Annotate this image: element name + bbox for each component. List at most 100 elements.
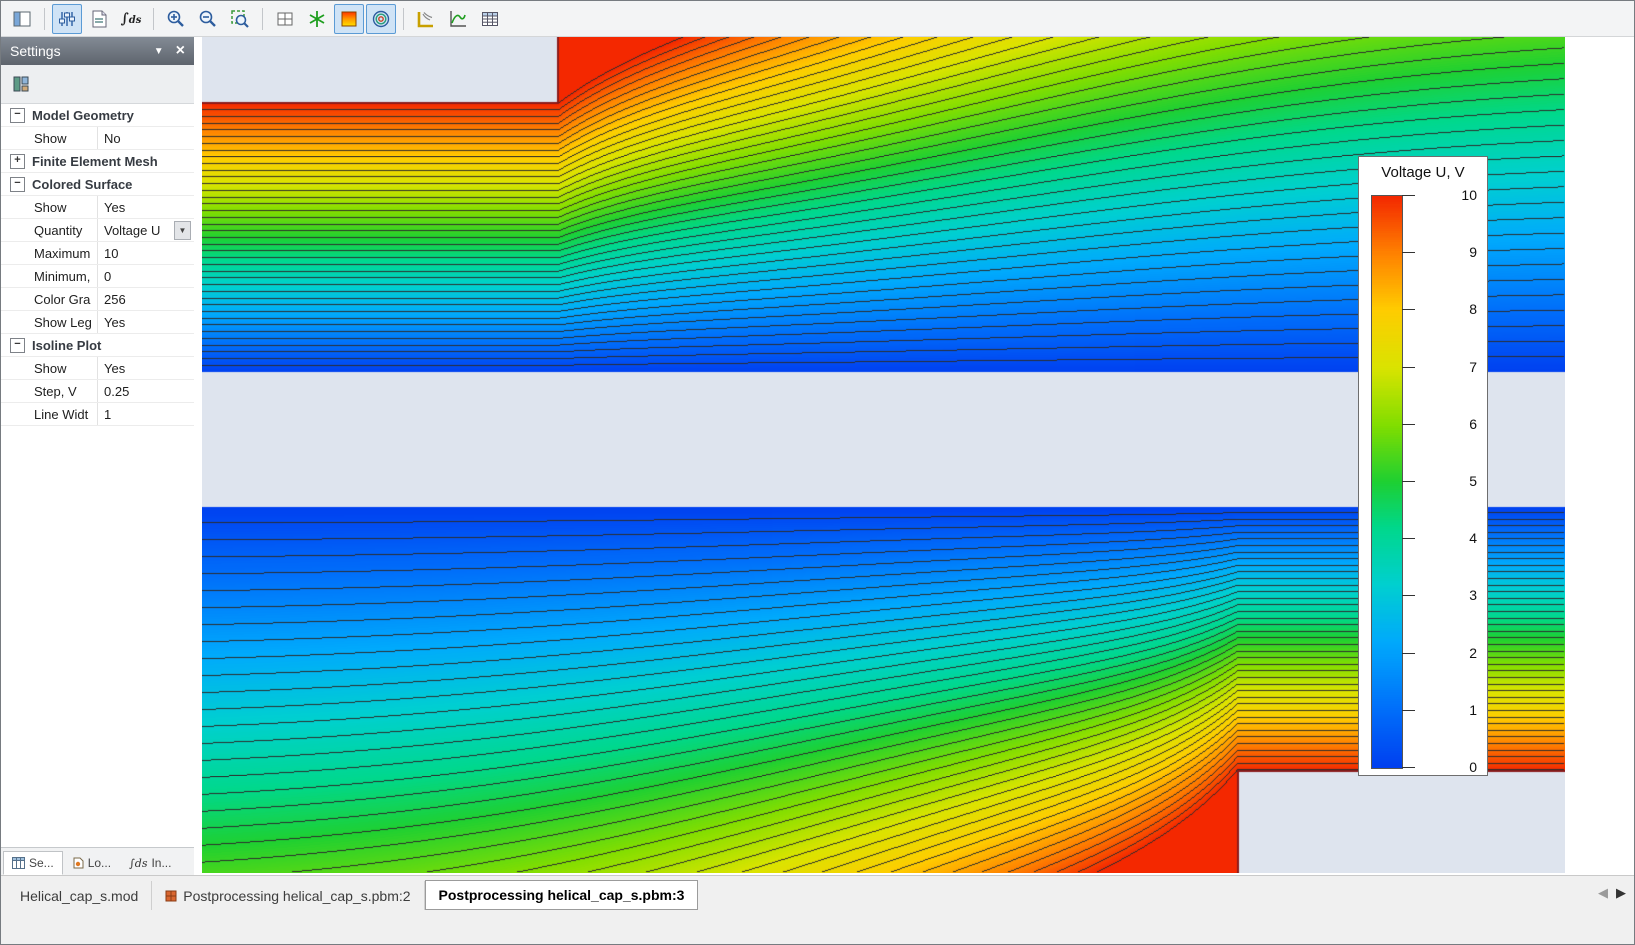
property-row[interactable]: Show LegYes <box>1 311 194 334</box>
colored-surface-button[interactable] <box>334 4 364 34</box>
integral-calculator-button[interactable]: ∫ds <box>116 4 146 34</box>
property-label: Maximum <box>1 242 98 264</box>
property-value[interactable]: No <box>98 127 194 149</box>
property-row[interactable]: Line Widt 1 <box>1 403 194 426</box>
legend-tick-mark <box>1402 424 1415 425</box>
document-tabbar: Helical_cap_s.mod Postprocessing helical_… <box>1 875 1634 944</box>
zoom-out-button[interactable] <box>193 4 223 34</box>
xy-plot-button[interactable] <box>443 4 473 34</box>
property-value-text: 10 <box>104 246 118 261</box>
categorized-view-icon[interactable] <box>11 74 31 94</box>
property-row[interactable]: Color Gra 256 <box>1 288 194 311</box>
settings-tab-icon <box>12 857 25 869</box>
legend-tick-label: 6 <box>1443 416 1477 432</box>
property-label: Step, V <box>1 380 98 402</box>
property-value[interactable]: Yes <box>98 311 194 333</box>
legend-tick-label: 5 <box>1443 473 1477 489</box>
postprocessing-settings-button[interactable] <box>52 4 82 34</box>
mesh-button[interactable] <box>302 4 332 34</box>
property-value-text: Voltage U <box>104 223 160 238</box>
panel-close-icon[interactable]: × <box>176 43 185 59</box>
xy-plot-icon <box>448 9 468 29</box>
panel-tab-label: In... <box>151 856 171 870</box>
property-value[interactable]: Yes <box>98 357 194 379</box>
legend-tick-label: 3 <box>1443 587 1477 603</box>
property-value[interactable]: 1 <box>98 403 194 425</box>
property-value[interactable]: Yes <box>98 196 194 218</box>
property-row[interactable]: QuantityVoltage U▼ <box>1 219 194 242</box>
property-value-text: 1 <box>104 407 111 422</box>
picture-settings-button[interactable] <box>84 4 114 34</box>
category-row[interactable]: −Isoline Plot <box>1 334 194 357</box>
category-row[interactable]: + Finite Element Mesh <box>1 150 194 173</box>
window-panes-button[interactable] <box>270 4 300 34</box>
settings-panel-toolbar <box>1 65 194 104</box>
collapse-minus-icon[interactable]: − <box>10 338 25 353</box>
property-row[interactable]: Step, V0.25 <box>1 380 194 403</box>
panel-tab-se[interactable]: Se... <box>3 851 63 875</box>
property-value[interactable]: 256 <box>98 288 194 310</box>
category-label: Model Geometry <box>32 108 134 123</box>
category-row[interactable]: −Model Geometry <box>1 104 194 127</box>
plot-area: Voltage U, V 109876543210 <box>201 37 1634 875</box>
legend-colorbar <box>1371 195 1403 769</box>
tab-scroll-left-icon[interactable]: ◀ <box>1598 886 1608 899</box>
legend-tick-mark <box>1402 653 1415 654</box>
category-row[interactable]: −Colored Surface <box>1 173 194 196</box>
zoom-extents-icon <box>230 9 250 29</box>
zoom-in-icon <box>166 9 186 29</box>
zoom-in-button[interactable] <box>161 4 191 34</box>
property-row[interactable]: ShowNo <box>1 127 194 150</box>
property-value-text: 256 <box>104 292 126 307</box>
zoom-extents-button[interactable] <box>225 4 255 34</box>
dropdown-button[interactable]: ▼ <box>174 221 191 240</box>
property-value[interactable]: 0 <box>98 265 194 287</box>
document-tab-label: Postprocessing helical_cap_s.pbm:2 <box>183 888 410 904</box>
property-row[interactable]: ShowYes <box>1 357 194 380</box>
document-tab-label: Postprocessing helical_cap_s.pbm:3 <box>439 887 685 903</box>
toolbar-separator <box>153 8 154 30</box>
document-tab-1[interactable]: Helical_cap_s.mod <box>7 881 152 910</box>
property-value-text: 0 <box>104 269 111 284</box>
expand-plus-icon[interactable]: + <box>10 154 25 169</box>
field-lines-button[interactable] <box>411 4 441 34</box>
settings-panel: Settings ▼ × −Model GeometryShowNo+Finit… <box>1 37 201 875</box>
panel-menu-caret-icon[interactable]: ▼ <box>154 46 164 57</box>
properties-window-button[interactable] <box>7 4 37 34</box>
category-label: Finite Element Mesh <box>32 154 158 169</box>
toolbar-separator <box>403 8 404 30</box>
property-row[interactable]: ShowYes <box>1 196 194 219</box>
property-value[interactable]: Voltage U ▼ <box>98 219 194 241</box>
zoom-out-icon <box>198 9 218 29</box>
window-panes-icon <box>275 9 295 29</box>
legend-tick-mark <box>1402 595 1415 596</box>
property-row[interactable]: Maximum 10 <box>1 242 194 265</box>
colored-surface-icon <box>339 9 359 29</box>
document-tab-3[interactable]: Postprocessing helical_cap_s.pbm:3 <box>425 880 699 910</box>
panel-tab-label: Se... <box>29 856 54 870</box>
legend[interactable]: Voltage U, V 109876543210 <box>1358 156 1488 776</box>
property-value[interactable]: 0.25 <box>98 380 194 402</box>
property-value-text: Yes <box>104 361 125 376</box>
integral-tab-icon: ∫ds <box>129 857 147 870</box>
tab-scroll-right-icon[interactable]: ▶ <box>1616 886 1626 899</box>
document-tab-2[interactable]: Postprocessing helical_cap_s.pbm:2 <box>152 881 424 910</box>
collapse-minus-icon[interactable]: − <box>10 108 25 123</box>
property-value[interactable]: 10 <box>98 242 194 264</box>
property-label: Color Gra <box>1 288 98 310</box>
property-row[interactable]: Minimum,0 <box>1 265 194 288</box>
document-tab-label: Helical_cap_s.mod <box>20 888 138 904</box>
legend-tick-label: 9 <box>1443 244 1477 260</box>
panel-tab-in[interactable]: ∫ds In... <box>120 851 180 875</box>
toolbar-separator <box>44 8 45 30</box>
property-value-text: Yes <box>104 200 125 215</box>
collapse-minus-icon[interactable]: − <box>10 177 25 192</box>
property-label: Line Widt <box>1 403 98 425</box>
tab-nav: ◀▶ <box>1598 886 1626 899</box>
isolines-button[interactable] <box>366 4 396 34</box>
legend-title: Voltage U, V <box>1359 164 1487 181</box>
legend-tick-mark <box>1402 767 1415 768</box>
table-button[interactable] <box>475 4 505 34</box>
panel-tab-lo[interactable]: Lo... <box>63 851 120 875</box>
mesh-icon <box>307 9 327 29</box>
